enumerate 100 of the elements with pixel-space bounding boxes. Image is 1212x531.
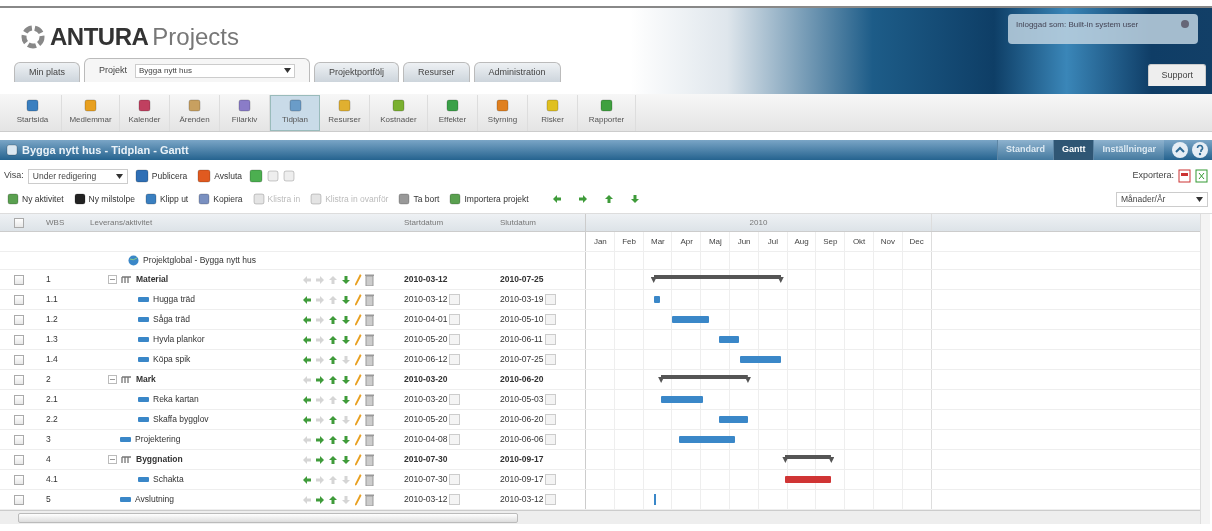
toolbar-button[interactable]: Klipp ut	[141, 191, 192, 207]
toolbar-button[interactable]: Avsluta	[194, 168, 246, 184]
toolbar-button[interactable]: Ta bort	[395, 191, 443, 207]
down-arrow-icon[interactable]	[341, 334, 351, 345]
module-button[interactable]: Kostnader	[370, 94, 428, 131]
left-arrow-icon[interactable]	[551, 194, 562, 204]
down-arrow-icon[interactable]	[341, 434, 351, 445]
right-arrow-icon[interactable]	[315, 314, 325, 325]
up-arrow-icon[interactable]	[328, 434, 338, 445]
up-arrow-icon[interactable]	[328, 314, 338, 325]
row-checkbox[interactable]	[14, 294, 24, 305]
left-arrow-icon[interactable]	[302, 274, 312, 285]
up-arrow-icon[interactable]	[328, 374, 338, 385]
up-arrow-icon[interactable]	[328, 334, 338, 345]
left-arrow-icon[interactable]	[302, 474, 312, 485]
right-arrow-icon[interactable]	[315, 494, 325, 505]
task-bar[interactable]	[672, 316, 710, 323]
up-arrow-icon[interactable]	[328, 454, 338, 465]
date-picker-button[interactable]	[449, 494, 461, 505]
date-picker-button[interactable]	[449, 474, 461, 485]
down-arrow-icon[interactable]	[341, 314, 351, 325]
up-arrow-icon[interactable]	[328, 274, 338, 285]
date-picker-button[interactable]	[449, 414, 461, 425]
left-arrow-icon[interactable]	[302, 314, 312, 325]
horizontal-scrollbar[interactable]	[0, 510, 1200, 524]
down-arrow-icon[interactable]	[341, 494, 351, 505]
date-picker-button[interactable]	[544, 334, 556, 345]
task-bar[interactable]	[718, 416, 748, 423]
down-arrow-icon[interactable]	[341, 454, 351, 465]
toolbar-button[interactable]: Publicera	[131, 168, 191, 184]
date-picker-button[interactable]	[545, 354, 557, 365]
project-select[interactable]: Bygga nytt hus	[135, 63, 296, 78]
down-arrow-icon[interactable]	[341, 414, 351, 425]
up-arrow-icon[interactable]	[328, 394, 338, 405]
date-picker-button[interactable]	[545, 294, 557, 305]
support-button[interactable]: Support	[1148, 64, 1206, 86]
up-arrow-icon[interactable]	[603, 194, 614, 204]
module-button[interactable]: Styrning	[478, 94, 528, 131]
nav-tab[interactable]: Administration	[473, 62, 561, 82]
nav-tab[interactable]: Resurser	[403, 62, 470, 82]
collapse-toggle[interactable]	[108, 455, 117, 464]
right-arrow-icon[interactable]	[315, 334, 325, 345]
down-arrow-icon[interactable]	[629, 194, 640, 204]
module-button[interactable]: Kalender	[120, 94, 170, 131]
row-checkbox[interactable]	[14, 274, 24, 285]
nav-tab[interactable]: Min plats	[14, 62, 80, 82]
right-arrow-icon[interactable]	[315, 434, 325, 445]
down-arrow-icon[interactable]	[341, 274, 351, 285]
task-bar[interactable]	[785, 476, 832, 483]
up-arrow-icon[interactable]	[328, 474, 338, 485]
date-picker-button[interactable]	[545, 474, 557, 485]
module-button[interactable]: Ärenden	[170, 94, 220, 131]
date-picker-button[interactable]	[545, 414, 557, 425]
right-arrow-icon[interactable]	[315, 354, 325, 365]
milestone-marker[interactable]	[653, 494, 656, 505]
row-checkbox[interactable]	[14, 374, 24, 385]
date-picker-button[interactable]	[545, 314, 557, 325]
row-checkbox[interactable]	[14, 434, 24, 445]
down-arrow-icon[interactable]	[341, 374, 351, 385]
down-arrow-icon[interactable]	[341, 354, 351, 365]
right-arrow-icon[interactable]	[315, 374, 325, 385]
module-button[interactable]: Effekter	[428, 94, 478, 131]
row-checkbox[interactable]	[14, 394, 24, 405]
toolbar-button[interactable]: Ny aktivitet	[4, 191, 67, 207]
date-picker-button[interactable]	[545, 494, 557, 505]
toolbar-button[interactable]: Ny milstolpe	[70, 191, 138, 207]
module-button[interactable]: Startsida	[4, 94, 62, 131]
collapse-toggle[interactable]	[108, 375, 117, 384]
date-picker-button[interactable]	[449, 434, 461, 445]
module-button[interactable]: Risker	[528, 94, 578, 131]
row-checkbox[interactable]	[14, 494, 24, 505]
down-arrow-icon[interactable]	[341, 294, 351, 305]
view-select[interactable]: Under redigering	[27, 168, 128, 184]
right-arrow-icon[interactable]	[315, 394, 325, 405]
view-tab[interactable]: Gantt	[1053, 140, 1094, 160]
right-arrow-icon[interactable]	[315, 414, 325, 425]
row-checkbox[interactable]	[14, 474, 24, 485]
row-checkbox[interactable]	[14, 354, 24, 365]
left-arrow-icon[interactable]	[302, 394, 312, 405]
module-button[interactable]: Medlemmar	[62, 94, 120, 131]
module-button[interactable]: Resurser	[320, 94, 370, 131]
up-arrow-icon[interactable]	[328, 494, 338, 505]
nav-tab[interactable]: Projekt Bygga nytt hus	[84, 58, 311, 82]
date-picker-button[interactable]	[449, 314, 461, 325]
date-picker-button[interactable]	[449, 334, 461, 345]
collapse-toggle[interactable]	[108, 275, 117, 284]
date-picker-button[interactable]	[545, 394, 557, 405]
right-arrow-icon[interactable]	[315, 454, 325, 465]
row-checkbox[interactable]	[14, 334, 24, 345]
date-picker-button[interactable]	[545, 434, 557, 445]
up-arrow-icon[interactable]	[328, 354, 338, 365]
right-arrow-icon[interactable]	[577, 194, 588, 204]
left-arrow-icon[interactable]	[302, 434, 312, 445]
up-arrow-icon[interactable]	[328, 294, 338, 305]
up-arrow-icon[interactable]	[328, 414, 338, 425]
right-arrow-icon[interactable]	[315, 474, 325, 485]
left-arrow-icon[interactable]	[302, 454, 312, 465]
left-arrow-icon[interactable]	[302, 354, 312, 365]
right-arrow-icon[interactable]	[315, 274, 325, 285]
left-arrow-icon[interactable]	[302, 374, 312, 385]
